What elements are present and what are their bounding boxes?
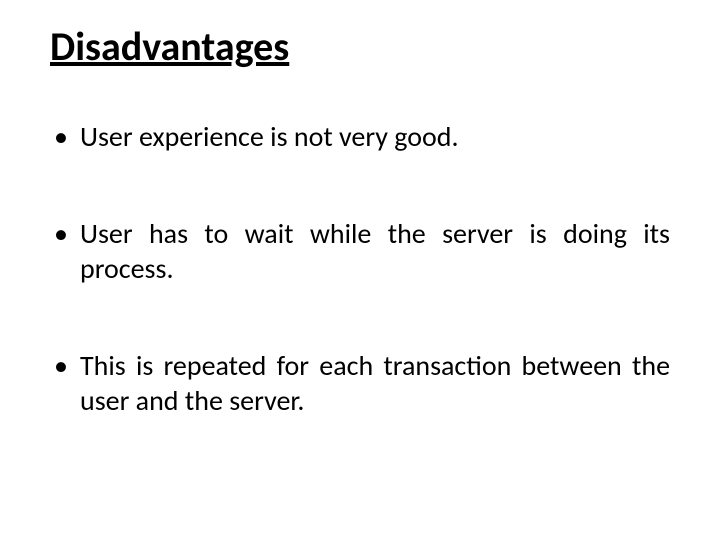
list-item: User has to wait while the server is doi…: [50, 216, 670, 286]
list-item: User experience is not very good.: [50, 119, 670, 154]
slide-title: Disadvantages: [50, 22, 670, 71]
list-item: This is repeated for each transaction be…: [50, 348, 670, 418]
bullet-list: User experience is not very good. User h…: [50, 119, 670, 418]
